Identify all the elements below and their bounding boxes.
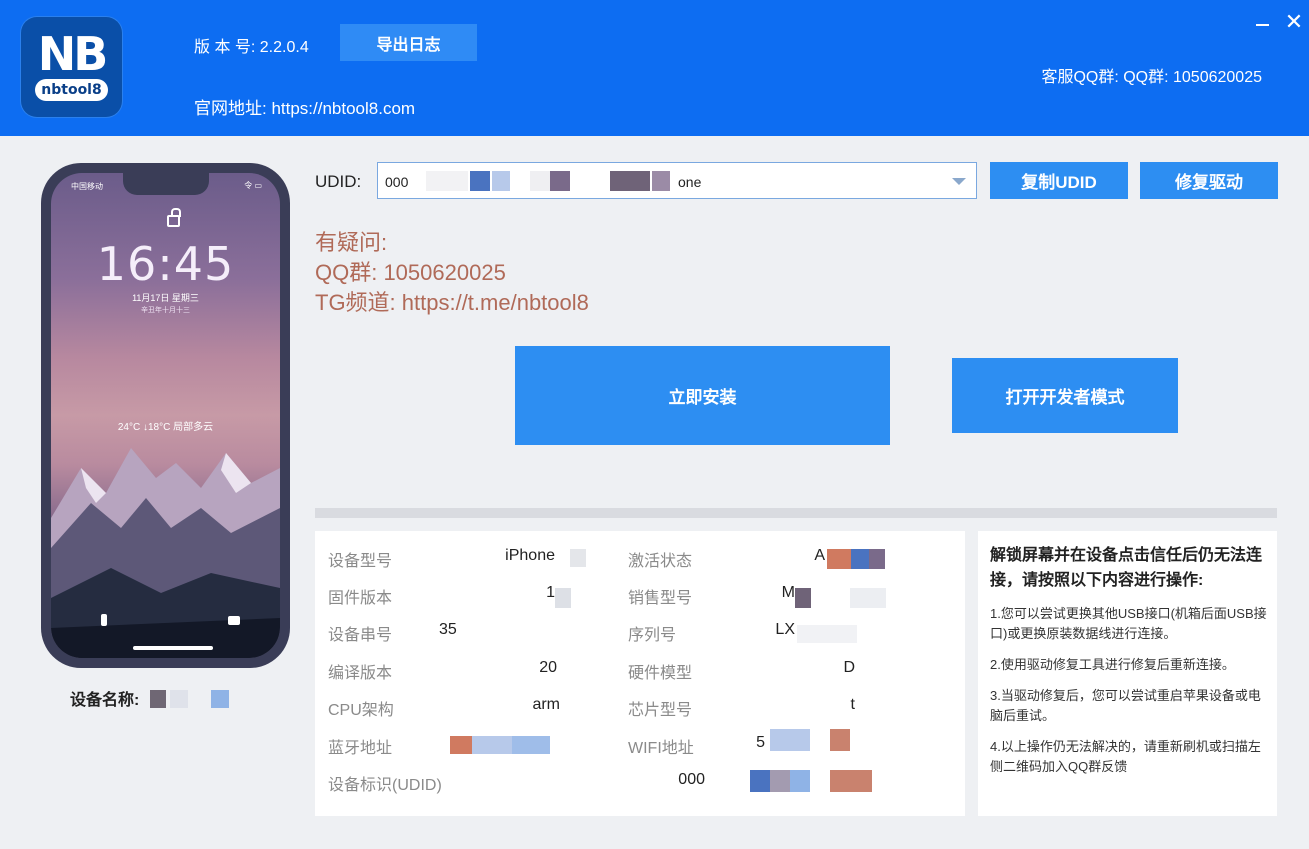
serial-label: 设备串号 <box>328 627 393 644</box>
device-model-value: iPhone <box>505 547 555 564</box>
notice-item: 3.当驱动修复后，您可以尝试重启苹果设备或电脑后重试。 <box>990 688 1261 723</box>
phone-lunar-date: 辛丑年十月十三 <box>141 307 190 314</box>
redacted-block <box>797 625 857 643</box>
redacted-block <box>827 549 851 569</box>
version-label: 版 本 号: 2.2.0.4 <box>194 39 309 56</box>
help-qq: QQ群: 1050620025 <box>315 260 506 285</box>
redacted-block <box>795 588 811 608</box>
logo-subtext: nbtool8 <box>35 79 108 101</box>
udid-select[interactable]: 000 one <box>377 162 977 199</box>
redacted-block <box>610 171 650 191</box>
section-divider <box>315 508 1277 518</box>
sales-model-value: M <box>781 584 795 601</box>
mountain-wallpaper <box>51 448 280 658</box>
redacted-block <box>830 729 850 751</box>
export-log-button[interactable]: 导出日志 <box>340 24 477 61</box>
website-label: 官网地址: https://nbtool8.com <box>194 99 416 118</box>
device-name-label: 设备名称: <box>70 692 140 709</box>
phone-notch <box>123 173 209 195</box>
app-header: NB nbtool8 版 本 号: 2.2.0.4 导出日志 官网地址: htt… <box>0 0 1309 136</box>
wifi-value: 5 <box>756 734 765 751</box>
hw-model-value: D <box>843 659 855 676</box>
build-value: 20 <box>539 659 557 676</box>
close-icon[interactable]: ✕ <box>1283 10 1305 36</box>
redacted-block <box>869 549 885 569</box>
redacted-block <box>170 690 188 708</box>
redacted-block <box>790 770 810 792</box>
notice-item: 4.以上操作仍无法解决的，请重新刷机或扫描左侧二维码加入QQ群反馈 <box>990 739 1261 774</box>
udid-label: UDID: <box>315 172 362 191</box>
notice-item: 2.使用驱动修复工具进行修复后重新连接。 <box>990 657 1235 672</box>
redacted-block <box>750 770 770 792</box>
bluetooth-label: 蓝牙地址 <box>328 740 393 757</box>
redacted-block <box>550 171 570 191</box>
developer-mode-button[interactable]: 打开开发者模式 <box>952 358 1178 433</box>
app-logo: NB nbtool8 <box>21 17 122 117</box>
seq-number-value: LX <box>775 621 795 638</box>
camera-icon <box>228 616 240 625</box>
redacted-block <box>492 171 510 191</box>
install-button[interactable]: 立即安装 <box>515 346 890 445</box>
redacted-block <box>211 690 229 708</box>
redacted-block <box>770 770 790 792</box>
phone-screen: 中国移动 令 ▭ 16:45 11月17日 星期三 辛丑年十月十三 24°C ↓… <box>51 173 280 658</box>
fix-driver-button[interactable]: 修复驱动 <box>1140 162 1278 199</box>
support-qq-label: 客服QQ群: QQ群: 1050620025 <box>1041 69 1262 86</box>
chip-model-label: 芯片型号 <box>628 702 693 719</box>
activation-value: A <box>814 547 825 564</box>
phone-carrier: 中国移动 <box>71 182 103 191</box>
redacted-block <box>570 549 586 567</box>
device-model-label: 设备型号 <box>328 553 393 570</box>
redacted-block <box>555 588 571 608</box>
redacted-block <box>530 171 550 191</box>
redacted-block <box>850 588 886 608</box>
device-info-panel: 设备型号 iPhone 激活状态 A 固件版本 1 销售型号 M 设备串号 35… <box>315 531 965 816</box>
cpu-arch-label: CPU架构 <box>328 702 394 719</box>
help-title: 有疑问: <box>315 230 388 255</box>
redacted-block <box>830 770 872 792</box>
build-label: 编译版本 <box>328 665 393 682</box>
redacted-block <box>770 729 810 751</box>
redacted-block <box>472 736 512 754</box>
redacted-block <box>470 171 490 191</box>
seq-number-label: 序列号 <box>628 627 677 644</box>
minimize-icon[interactable] <box>1254 14 1272 34</box>
udid-info-value: 000 <box>678 771 705 788</box>
help-section: 有疑问: QQ群: 1050620025 TG频道: https://t.me/… <box>315 228 589 318</box>
sales-model-label: 销售型号 <box>628 590 693 607</box>
serial-value: 35 <box>439 621 457 638</box>
phone-date: 11月17日 星期三 <box>132 293 199 303</box>
wifi-label: WIFI地址 <box>628 740 694 757</box>
udid-info-label: 设备标识(UDID) <box>328 777 442 794</box>
flashlight-icon <box>101 614 107 626</box>
phone-clock: 16:45 <box>96 237 235 291</box>
phone-preview: 中国移动 令 ▭ 16:45 11月17日 星期三 辛丑年十月十三 24°C ↓… <box>41 163 290 668</box>
chip-model-value: t <box>850 696 855 713</box>
activation-label: 激活状态 <box>628 553 693 570</box>
help-telegram: TG频道: https://t.me/nbtool8 <box>315 290 589 315</box>
unlock-icon <box>167 208 181 227</box>
phone-status-icons: 令 ▭ <box>244 181 262 190</box>
udid-value-tail: one <box>678 174 702 190</box>
redacted-block <box>851 549 869 569</box>
hw-model-label: 硬件模型 <box>628 665 693 682</box>
chevron-down-icon[interactable] <box>952 178 966 185</box>
redacted-block <box>652 171 670 191</box>
redacted-block <box>512 736 550 754</box>
udid-value: 000 <box>385 174 409 190</box>
notice-item: 1.您可以尝试更换其他USB接口(机箱后面USB接口)或更换原装数据线进行连接。 <box>990 606 1267 641</box>
cpu-arch-value: arm <box>532 696 560 713</box>
copy-udid-button[interactable]: 复制UDID <box>990 162 1128 199</box>
home-indicator <box>133 646 213 650</box>
logo-text: NB <box>37 27 109 81</box>
redacted-block <box>150 690 166 708</box>
firmware-label: 固件版本 <box>328 590 393 607</box>
redacted-block <box>450 736 472 754</box>
redacted-block <box>426 171 468 191</box>
troubleshoot-notice: 解锁屏幕并在设备点击信任后仍无法连接，请按照以下内容进行操作: 1.您可以尝试更… <box>978 531 1277 816</box>
notice-title: 解锁屏幕并在设备点击信任后仍无法连接，请按照以下内容进行操作: <box>990 547 1263 589</box>
firmware-value: 1 <box>546 584 555 601</box>
